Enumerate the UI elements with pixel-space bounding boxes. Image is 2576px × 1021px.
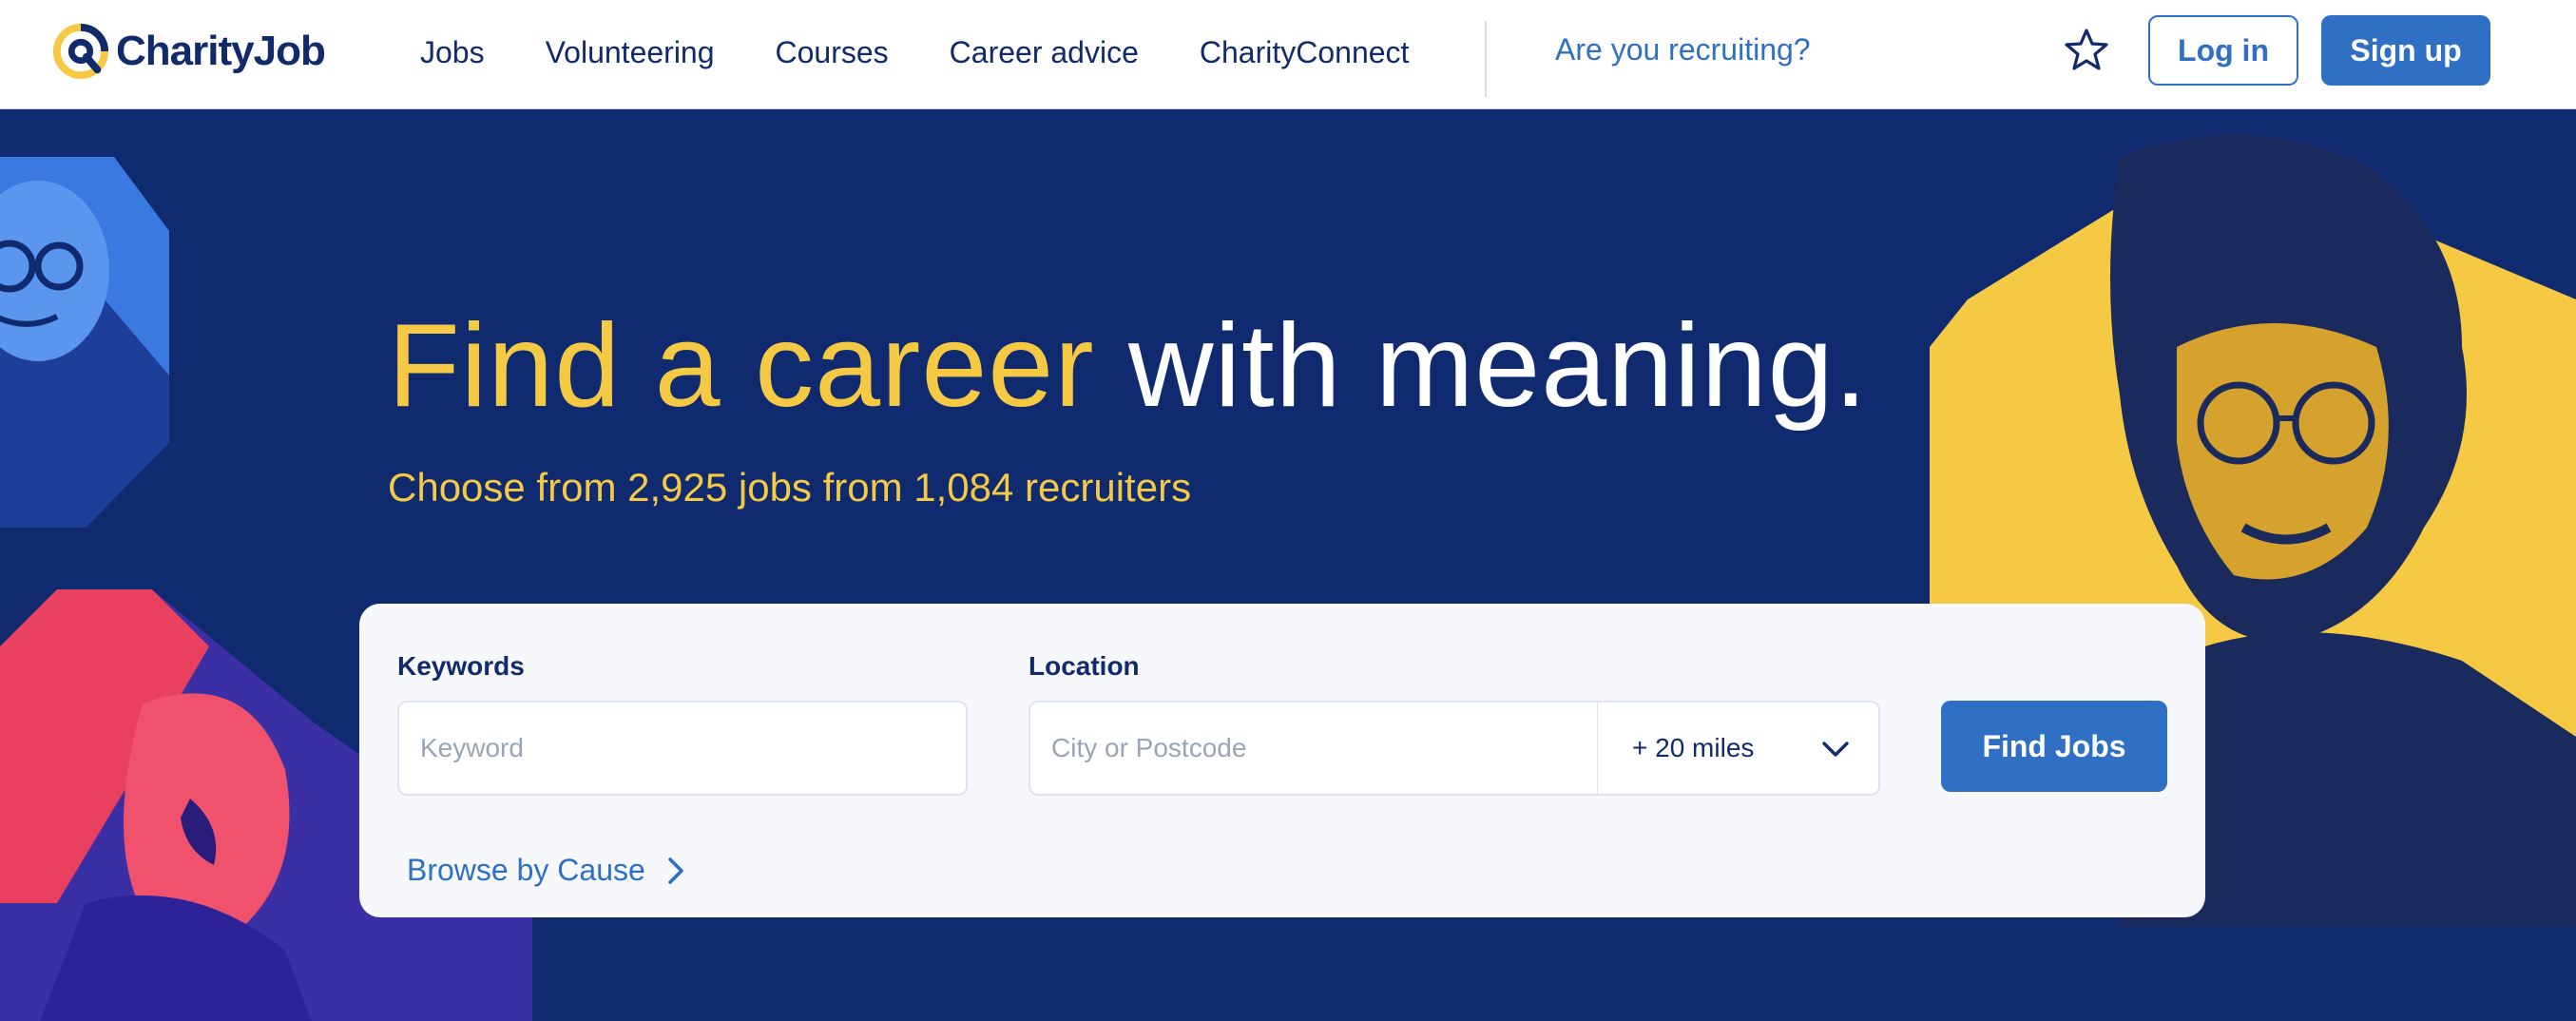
nav-divider [1485, 21, 1487, 97]
nav-item-career-advice[interactable]: Career advice [950, 35, 1139, 70]
browse-by-cause-link[interactable]: Browse by Cause [407, 853, 687, 888]
charityjob-logo[interactable]: CharityJob [51, 21, 326, 82]
signup-button[interactable]: Sign up [2321, 15, 2490, 86]
site-header: CharityJob Jobs Volunteering Courses Car… [0, 0, 2576, 109]
radius-select[interactable]: + 20 miles [1597, 701, 1880, 796]
chevron-right-icon [667, 857, 683, 884]
nav-item-courses[interactable]: Courses [776, 35, 889, 70]
headline-rest: with meaning. [1128, 300, 1869, 432]
nav-item-jobs[interactable]: Jobs [420, 35, 485, 70]
job-search-card: Keywords Keyword Location City or Postco… [359, 604, 2205, 917]
recruiting-link[interactable]: Are you recruiting? [1555, 32, 1811, 67]
headline-highlight: Find a career [388, 300, 1095, 432]
location-input[interactable]: City or Postcode [1028, 701, 1599, 796]
hero-headline: Find a career with meaning. [388, 307, 1868, 425]
nav-item-volunteering[interactable]: Volunteering [546, 35, 715, 70]
browse-by-cause-label: Browse by Cause [407, 853, 645, 887]
keyword-input[interactable]: Keyword [397, 701, 968, 796]
location-label: Location [1028, 651, 1140, 681]
radius-value: + 20 miles [1632, 733, 1755, 762]
main-nav: Jobs Volunteering Courses Career advice … [420, 0, 1470, 105]
hero-section: Find a career with meaning. Choose from … [0, 109, 2576, 1021]
chevron-down-icon [1822, 742, 1849, 757]
hero-photo-woman-glasses [0, 157, 169, 528]
login-button[interactable]: Log in [2148, 15, 2298, 86]
star-icon[interactable] [2063, 27, 2110, 74]
nav-item-charityconnect[interactable]: CharityConnect [1200, 35, 1410, 70]
find-jobs-button[interactable]: Find Jobs [1941, 701, 2167, 792]
hero-subline: Choose from 2,925 jobs from 1,084 recrui… [388, 465, 1192, 510]
logo-wordmark: CharityJob [116, 28, 326, 74]
logo-mark-icon [52, 23, 109, 80]
keywords-label: Keywords [397, 651, 525, 681]
